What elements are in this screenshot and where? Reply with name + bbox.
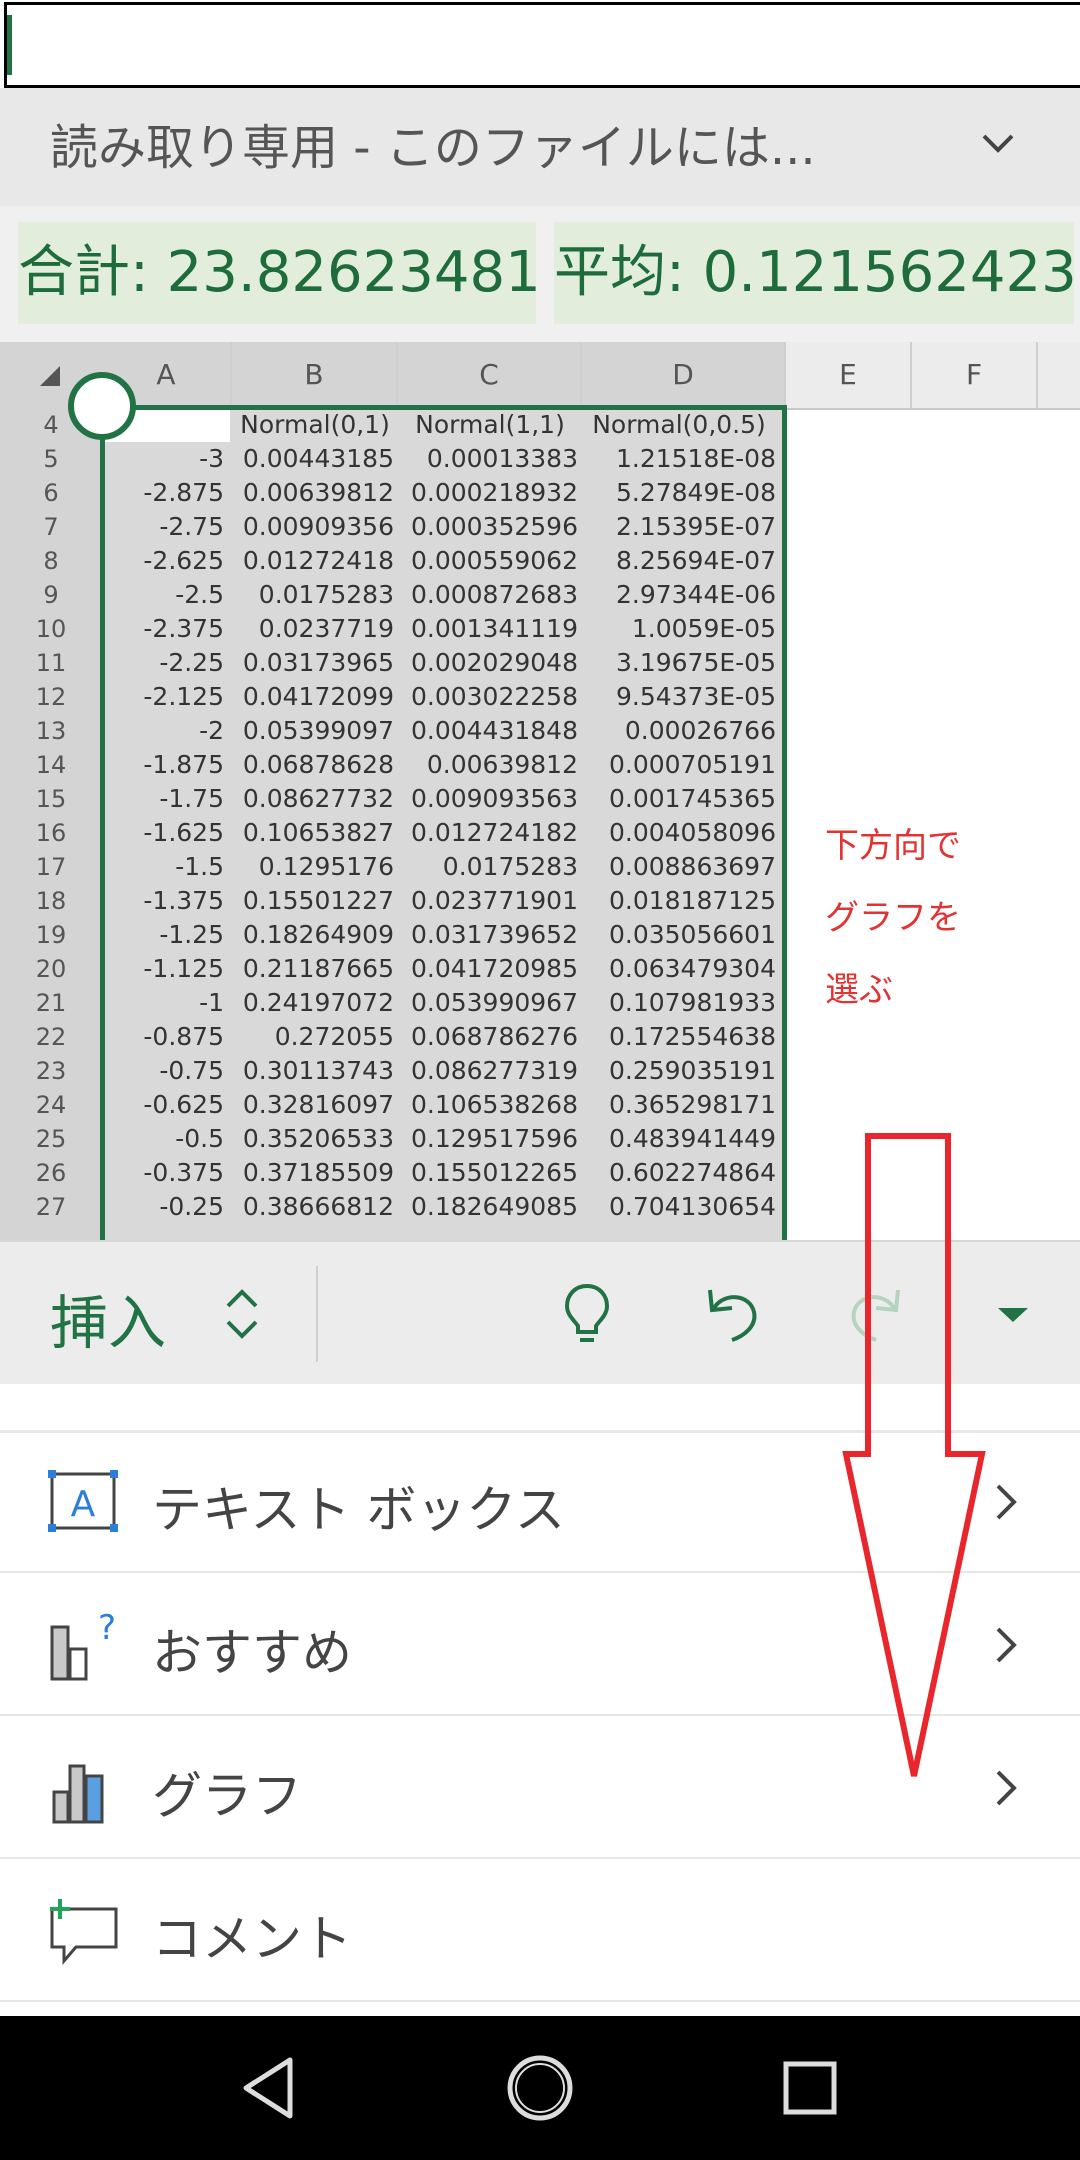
ribbon-tab-selector[interactable]: 挿入 [50, 1276, 166, 1360]
column-header-d[interactable]: D [582, 342, 786, 408]
column-header-c[interactable]: C [398, 342, 582, 408]
row-number[interactable]: 13 [0, 714, 102, 748]
svg-text:?: ? [98, 1609, 116, 1648]
row-number[interactable]: 9 [0, 578, 102, 612]
undo-icon[interactable] [696, 1278, 766, 1348]
ribbon-divider [316, 1266, 318, 1362]
row-number[interactable]: 27 [0, 1190, 102, 1224]
row-number[interactable]: 21 [0, 986, 102, 1020]
selection-handle[interactable] [68, 372, 136, 440]
home-icon[interactable] [502, 2050, 578, 2126]
svg-text:A: A [71, 1484, 96, 1525]
row-number[interactable]: 17 [0, 850, 102, 884]
row-number[interactable]: 7 [0, 510, 102, 544]
annotation-arrow-down [842, 1133, 986, 1777]
menu-item-comment[interactable]: コメント [0, 1859, 1080, 2002]
recents-icon[interactable] [772, 2050, 848, 2126]
row-number[interactable]: 15 [0, 782, 102, 816]
row-number[interactable]: 8 [0, 544, 102, 578]
row-number[interactable]: 12 [0, 680, 102, 714]
row-number[interactable]: 26 [0, 1156, 102, 1190]
row-number[interactable]: 14 [0, 748, 102, 782]
system-nav-bar [0, 2016, 1080, 2160]
row-number[interactable]: 6 [0, 476, 102, 510]
row-number[interactable]: 19 [0, 918, 102, 952]
menu-item-label: コメント [152, 1910, 352, 1968]
formula-bar-marker [7, 15, 12, 75]
recommended-chart-icon: ? [50, 1609, 116, 1681]
select-all-triangle-icon [40, 366, 60, 386]
selection-summary-bar: 合計: 23.82623481 平均: 0.121562423 [0, 206, 1080, 342]
annotation-line: 下方向で [825, 826, 961, 866]
menu-item-label: テキスト ボックス [152, 1481, 565, 1539]
file-status-title: 読み取り専用 - このファイルには... [50, 120, 816, 176]
spreadsheet-grid[interactable]: A B C D E F 4 Normal(0,1) Normal(1,1) No… [0, 342, 1080, 1240]
row-number[interactable]: 5 [0, 442, 102, 476]
file-status-bar[interactable]: 読み取り専用 - このファイルには... [0, 88, 1080, 206]
menu-item-label: グラフ [152, 1767, 302, 1825]
up-down-chevron-icon[interactable] [222, 1282, 262, 1346]
chart-icon [52, 1764, 104, 1824]
comment-icon [50, 1899, 118, 1966]
average-chip[interactable]: 平均: 0.121562423 [554, 222, 1077, 324]
annotation-line: 選ぶ [825, 970, 893, 1010]
annotation-note: 下方向で グラフを 選ぶ [825, 810, 1045, 1026]
chevron-down-icon[interactable] [978, 124, 1018, 164]
row-number[interactable]: 24 [0, 1088, 102, 1122]
row-number[interactable]: 10 [0, 612, 102, 646]
sum-chip[interactable]: 合計: 23.82623481 [18, 222, 541, 324]
row-number[interactable]: 23 [0, 1054, 102, 1088]
column-header-bar: A B C D E F [0, 342, 1080, 410]
row-number[interactable]: 22 [0, 1020, 102, 1054]
formula-bar[interactable] [4, 2, 1080, 88]
column-header-e[interactable]: E [786, 342, 912, 408]
back-icon[interactable] [232, 2050, 308, 2126]
row-number[interactable]: 16 [0, 816, 102, 850]
selection-border [100, 405, 787, 1240]
annotation-line: グラフを [825, 898, 961, 938]
column-header-b[interactable]: B [232, 342, 398, 408]
row-number[interactable]: 25 [0, 1122, 102, 1156]
column-header-f[interactable]: F [912, 342, 1038, 408]
row-number[interactable]: 18 [0, 884, 102, 918]
lightbulb-icon[interactable] [552, 1278, 622, 1348]
text-box-icon: A [48, 1470, 118, 1532]
row-number[interactable]: 11 [0, 646, 102, 680]
menu-item-label: おすすめ [152, 1624, 352, 1682]
row-number[interactable]: 20 [0, 952, 102, 986]
